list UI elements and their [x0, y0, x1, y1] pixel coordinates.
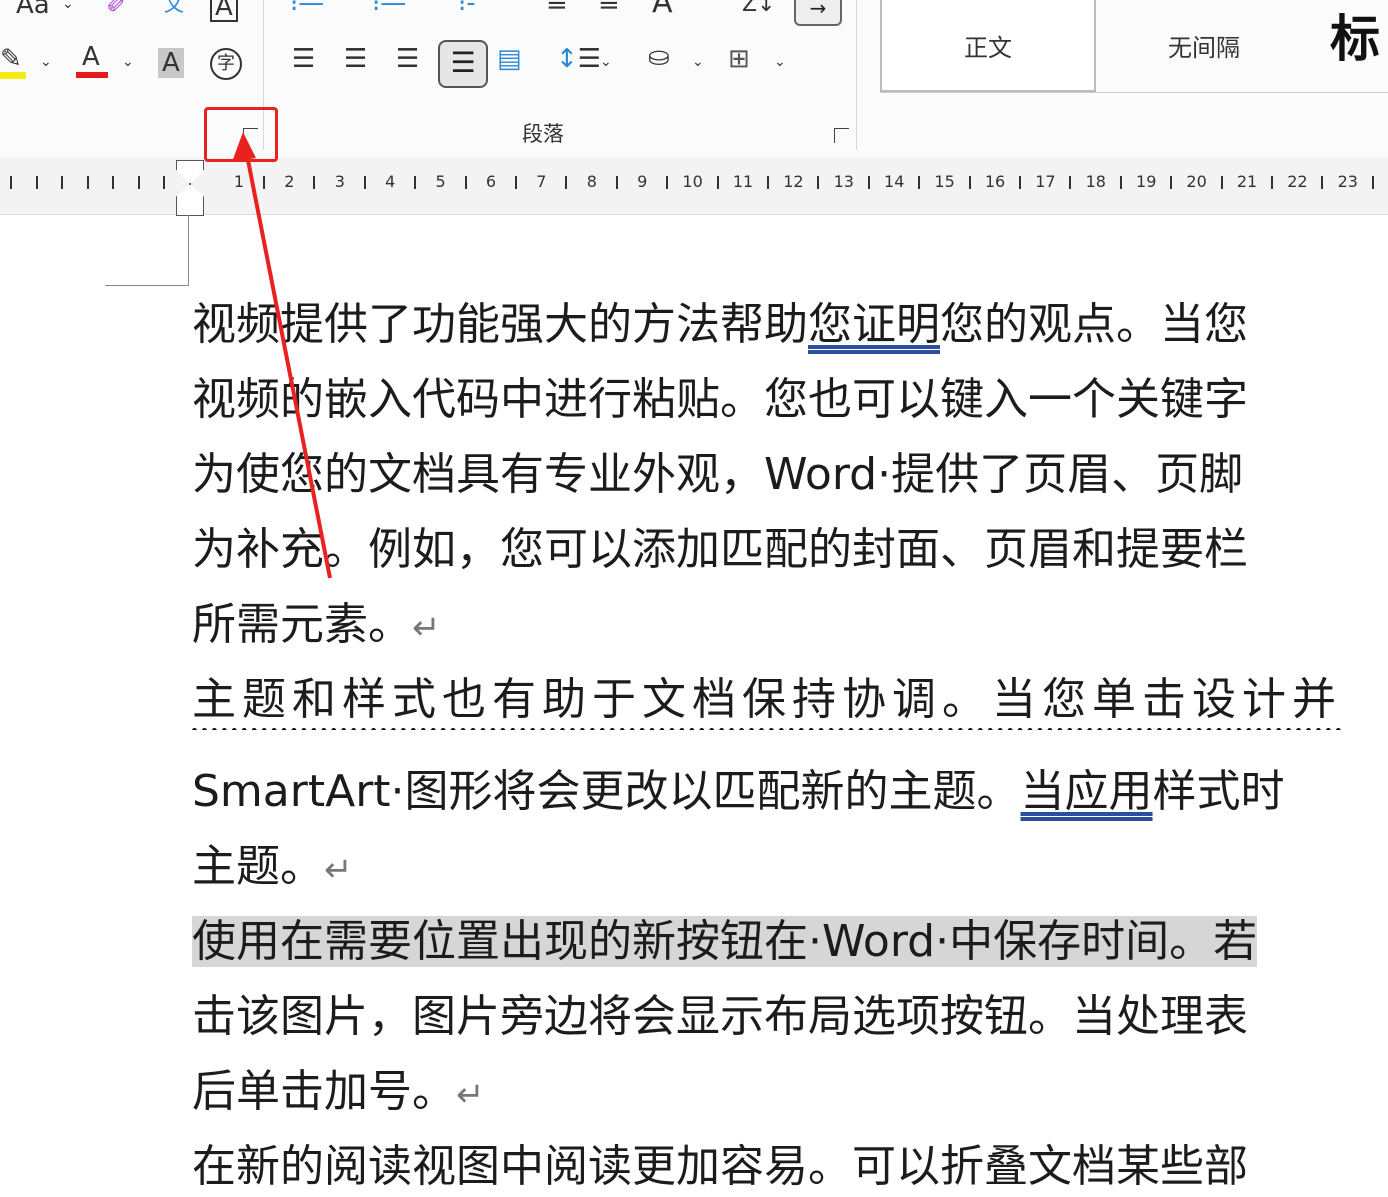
annotation-arrow [232, 132, 332, 579]
